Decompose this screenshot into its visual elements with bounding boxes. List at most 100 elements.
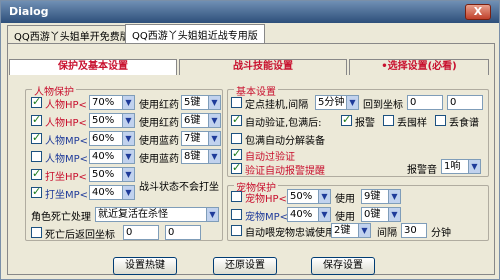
verify-alert-row: 验证自动报警提醒 报警音 1响▼ — [231, 159, 487, 177]
restore-settings-button[interactable]: 还原设置 — [213, 257, 277, 275]
pet-mp-key-select[interactable]: 0键 ▼ — [361, 207, 401, 222]
interval-select[interactable]: 5分钟 ▼ — [315, 95, 359, 110]
drop-junk-label: 丢囤样 — [397, 118, 427, 129]
chevron-down-icon: ▼ — [122, 96, 134, 109]
attack-hp-pct-select[interactable]: 50% ▼ — [89, 167, 135, 182]
title-bar[interactable]: Dialog X — [1, 1, 499, 23]
pet-hp-checkbox[interactable] — [231, 191, 242, 202]
return-coord-checkbox[interactable] — [31, 227, 42, 238]
chevron-down-icon: ▼ — [122, 150, 134, 163]
coord-x-input[interactable]: 0 — [407, 95, 443, 110]
alert-sound-label: 报警音 — [407, 165, 437, 176]
person-mp-2-checkbox[interactable] — [31, 151, 42, 162]
return-y-input[interactable]: 0 — [165, 225, 201, 240]
tab-battle-skill[interactable]: 战斗技能设置 — [179, 59, 347, 75]
tab-free-version[interactable]: QQ西游丫头姐单开免费版 — [7, 25, 137, 43]
death-handling-select[interactable]: 就近复活在杀怪 ▼ — [95, 207, 219, 222]
auto-verify-checkbox[interactable] — [231, 147, 242, 160]
attack-mp-checkbox[interactable] — [31, 185, 42, 198]
return-x-input[interactable]: 0 — [123, 225, 159, 240]
auto-decompose-label: 包满自动分解装备 — [245, 136, 325, 147]
chevron-down-icon: ▼ — [208, 114, 220, 127]
person-hp-2-label: 人物HP< — [45, 118, 87, 129]
pet-loyalty-interval-input[interactable]: 30 — [401, 223, 427, 238]
coord-y-input[interactable]: 0 — [447, 95, 483, 110]
pet-hp-row: 宠物HP< 50% ▼ 使用 9键 ▼ — [231, 189, 487, 205]
person-hp-2-action: 使用红药 — [139, 118, 179, 129]
auto-decompose-checkbox[interactable] — [231, 133, 242, 144]
pet-loyalty-row: 自动喂宠物忠诚使用 2键 ▼ 间隔 30 分钟 — [231, 223, 487, 239]
return-coord-text: 回到坐标 — [363, 100, 403, 111]
pet-loyalty-checkbox[interactable] — [231, 225, 242, 236]
close-button[interactable]: X — [465, 4, 491, 20]
return-coord-label: 死亡后返回坐标 — [45, 230, 115, 241]
pet-hp-pct-select[interactable]: 50% ▼ — [287, 189, 331, 204]
death-handling-label: 角色死亡处理 — [31, 212, 91, 223]
chevron-down-icon: ▼ — [206, 208, 218, 221]
drop-food-label: 丢食谱 — [449, 118, 479, 129]
pet-loyalty-unit: 分钟 — [431, 228, 451, 239]
fixed-hook-label: 定点挂机,间隔 — [245, 100, 309, 111]
person-mp-2-label: 人物MP< — [45, 154, 89, 165]
pet-hp-action: 使用 — [335, 194, 355, 205]
person-mp-2-action: 使用蓝药 — [139, 154, 179, 165]
pet-loyalty-interval-label: 间隔 — [377, 228, 397, 239]
pet-loyalty-label: 自动喂宠物忠诚使用 — [245, 228, 335, 239]
pet-hp-key-select[interactable]: 9键 ▼ — [361, 189, 401, 204]
alert-sound-select[interactable]: 1响 ▼ — [441, 159, 481, 174]
attack-mp-pct-select[interactable]: 40% ▼ — [89, 185, 135, 200]
death-handling-row: 角色死亡处理 就近复活在杀怪 ▼ — [31, 207, 221, 223]
alarm-checkbox[interactable] — [341, 113, 352, 126]
person-hp-2-key-select[interactable]: 6键 ▼ — [181, 113, 221, 128]
chevron-down-icon: ▼ — [388, 208, 400, 221]
person-hp-1-label: 人物HP< — [45, 100, 87, 111]
person-mp-1-checkbox[interactable] — [31, 131, 42, 144]
chevron-down-icon: ▼ — [388, 190, 400, 203]
battle-note: 战斗状态不会打坐 — [139, 182, 219, 193]
person-hp-1-pct-select[interactable]: 70% ▼ — [89, 95, 135, 110]
pet-mp-row: 宠物MP< 40% ▼ 使用 0键 ▼ — [231, 207, 487, 223]
drop-food-checkbox[interactable] — [435, 115, 446, 126]
chevron-down-icon: ▼ — [358, 224, 370, 237]
verify-alert-checkbox[interactable] — [231, 161, 242, 174]
set-hotkey-button[interactable]: 设置热键 — [113, 257, 177, 275]
person-hp-1-checkbox[interactable] — [31, 95, 42, 108]
pet-hp-label: 宠物HP< — [245, 194, 287, 205]
tab-melee-version[interactable]: QQ西游丫头姐姐近战专用版 — [125, 24, 265, 44]
chevron-down-icon: ▼ — [346, 96, 358, 109]
pet-loyalty-key-select[interactable]: 2键 ▼ — [331, 223, 371, 238]
auto-decompose-row: 包满自动分解装备 — [231, 131, 487, 147]
auto-check-row: 自动验证,包满后: 报警 丢囤样 丢食谱 — [231, 113, 487, 129]
chevron-down-icon: ▼ — [468, 160, 480, 173]
person-mp-row-1: 人物MP< 60%▼ 使用蓝药 7键▼ — [31, 131, 221, 147]
person-mp-1-key-select[interactable]: 7键 ▼ — [181, 131, 221, 146]
tab-select-settings[interactable]: •选择设置(必看) — [349, 59, 489, 75]
drop-junk-checkbox[interactable] — [383, 115, 394, 126]
attack-hp-label: 打坐HP< — [45, 172, 87, 183]
save-settings-button[interactable]: 保存设置 — [311, 257, 375, 275]
chevron-down-icon: ▼ — [208, 150, 220, 163]
chevron-down-icon: ▼ — [122, 114, 134, 127]
dialog-window: Dialog X QQ西游丫头姐单开免费版 QQ西游丫头姐姐近战专用版 保护及基… — [0, 0, 500, 280]
fixed-hook-row: 定点挂机,间隔 5分钟 ▼ 回到坐标 0 0 — [231, 95, 487, 111]
verify-alert-label: 验证自动报警提醒 — [245, 166, 325, 177]
person-mp-2-pct-select[interactable]: 40% ▼ — [89, 149, 135, 164]
person-hp-row-1: 人物HP< 70%▼ 使用红药 5键▼ — [31, 95, 221, 111]
pet-mp-action: 使用 — [335, 212, 355, 223]
person-mp-row-2: 人物MP< 40% ▼ 使用蓝药 8键 ▼ — [31, 149, 221, 165]
return-coord-row: 死亡后返回坐标 0 0 — [31, 225, 221, 241]
person-mp-1-pct-select[interactable]: 60% ▼ — [89, 131, 135, 146]
person-hp-1-key-select[interactable]: 5键 ▼ — [181, 95, 221, 110]
person-mp-1-label: 人物MP< — [45, 136, 89, 147]
person-hp-2-pct-select[interactable]: 50% ▼ — [89, 113, 135, 128]
tab-protection-basic[interactable]: 保护及基本设置 — [9, 59, 177, 75]
auto-check-checkbox[interactable] — [231, 113, 242, 126]
pet-mp-label: 宠物MP< — [245, 212, 289, 223]
fixed-hook-checkbox[interactable] — [231, 97, 242, 108]
pet-mp-checkbox[interactable] — [231, 209, 242, 220]
person-hp-2-checkbox[interactable] — [31, 113, 42, 126]
pet-mp-pct-select[interactable]: 40% ▼ — [287, 207, 331, 222]
person-mp-2-key-select[interactable]: 8键 ▼ — [181, 149, 221, 164]
attack-hp-checkbox[interactable] — [31, 167, 42, 180]
chevron-down-icon: ▼ — [122, 186, 134, 199]
